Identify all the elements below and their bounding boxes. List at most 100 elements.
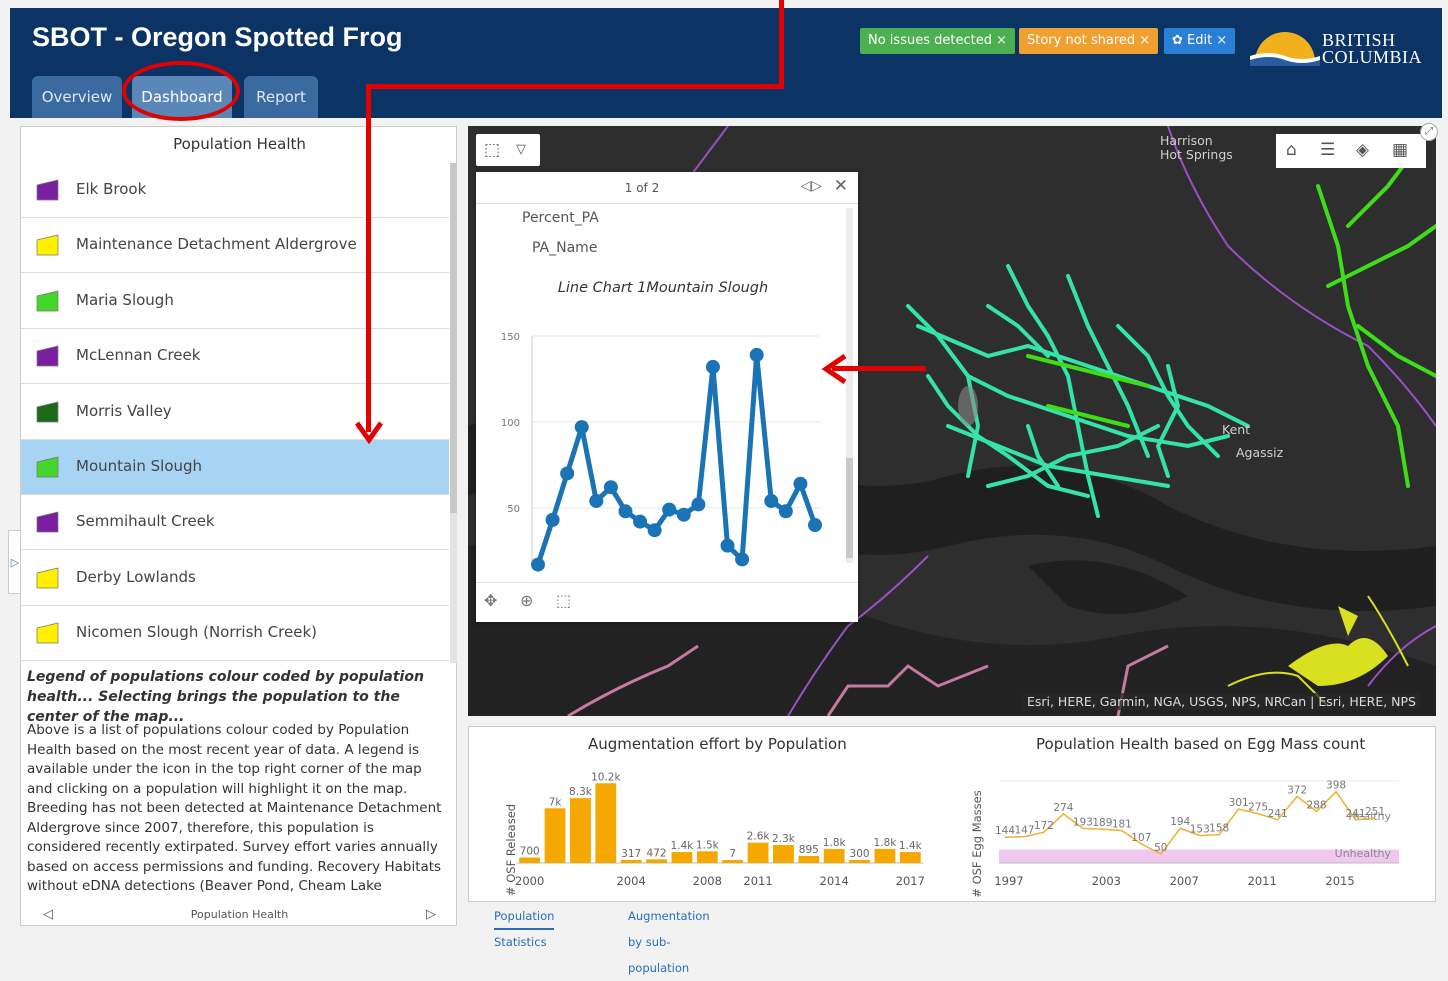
population-label: Semmihault Creek xyxy=(76,512,215,531)
augmentation-chart-title: Augmentation effort by Population xyxy=(588,735,847,753)
data-point xyxy=(735,552,750,567)
population-label: Maintenance Detachment Aldergrove xyxy=(76,235,357,254)
description-text: Above is a list of populations colour co… xyxy=(27,722,442,899)
population-row[interactable]: Maintenance Detachment Aldergrove xyxy=(21,218,449,274)
scrollbar-thumb[interactable] xyxy=(846,458,853,558)
legend-list-icon[interactable]: ☰ xyxy=(1320,140,1335,160)
data-label: 8.3k xyxy=(569,786,593,798)
x-tick-label: 2017 xyxy=(896,874,925,888)
bar xyxy=(747,842,769,863)
map-popup: 1 of 2 ◁▷ ✕ Percent_PA PA_Name Line Char… xyxy=(476,172,858,622)
data-label: 10.2k xyxy=(591,771,621,783)
y-tick-label: 100 xyxy=(501,418,520,429)
place-kent: Kent xyxy=(1222,422,1251,437)
population-row[interactable]: Derby Lowlands xyxy=(21,551,449,606)
map-select-tool[interactable]: ⬚ ▽ xyxy=(476,134,540,166)
story-not-shared-badge[interactable]: Story not shared × xyxy=(1019,28,1159,54)
bar xyxy=(899,852,921,863)
layers-icon[interactable]: ◈ xyxy=(1356,140,1369,160)
pan-icon[interactable]: ✥ xyxy=(484,591,497,610)
popup-nav-arrows-icon[interactable]: ◁▷ xyxy=(800,178,822,194)
population-swatch-icon xyxy=(36,179,59,201)
data-point xyxy=(720,538,735,553)
select-cursor-icon[interactable]: ⬚ xyxy=(556,591,571,610)
close-icon[interactable]: × xyxy=(996,33,1007,48)
population-label: McLennan Creek xyxy=(76,346,201,365)
tab-augmentation-sub-population[interactable]: Augmentation by sub-population xyxy=(628,903,710,975)
bc-logo: BRITISH COLUMBIA xyxy=(1250,22,1422,80)
unhealthy-band-label: Unhealthy xyxy=(1335,847,1392,860)
panel-scrollbar[interactable] xyxy=(450,163,457,663)
chevron-down-icon[interactable]: ▽ xyxy=(516,142,526,157)
annotation-arrow-line xyxy=(366,84,371,432)
data-label: 158 xyxy=(1209,823,1229,835)
egg-mass-chart-title: Population Health based on Egg Mass coun… xyxy=(1036,735,1366,753)
bar xyxy=(722,860,744,863)
map-attribution: Esri, HERE, Garmin, NGA, USGS, NPS, NRCa… xyxy=(1022,693,1420,710)
population-swatch-icon xyxy=(36,622,59,644)
population-label: Derby Lowlands xyxy=(76,567,196,586)
data-label: 372 xyxy=(1287,784,1307,796)
annotation-arrow-line xyxy=(366,84,784,89)
popup-scrollbar[interactable] xyxy=(846,208,853,563)
next-arrow-icon[interactable]: ▷ xyxy=(426,903,436,927)
population-row[interactable]: Semmihault Creek xyxy=(21,495,449,551)
data-point xyxy=(662,502,677,517)
population-row[interactable]: McLennan Creek xyxy=(21,329,449,385)
home-icon[interactable]: ⌂ xyxy=(1286,140,1297,160)
data-label: 700 xyxy=(520,846,540,858)
sun-logo-icon xyxy=(1250,32,1320,66)
data-label: 7 xyxy=(729,848,736,860)
bar xyxy=(595,783,617,863)
population-label: Maria Slough xyxy=(76,290,174,309)
population-row[interactable]: Maria Slough xyxy=(21,274,449,329)
series-line xyxy=(535,354,818,566)
population-swatch-icon xyxy=(36,567,59,589)
data-label: 50 xyxy=(1154,842,1167,854)
basemap-gallery-icon[interactable]: ▦ xyxy=(1392,140,1408,160)
data-label: 194 xyxy=(1170,816,1190,828)
data-label: 181 xyxy=(1112,819,1132,831)
zoom-to-icon[interactable]: ⊕ xyxy=(520,591,533,610)
population-row[interactable]: Elk Brook xyxy=(21,163,449,218)
scrollbar-thumb[interactable] xyxy=(450,163,457,513)
bar xyxy=(874,848,896,863)
tab-overview[interactable]: Overview xyxy=(32,76,122,118)
data-label: 2.3k xyxy=(772,833,796,845)
data-label: 144 xyxy=(995,825,1015,837)
no-issues-badge[interactable]: No issues detected × xyxy=(860,28,1015,54)
dashboard-highlight-circle xyxy=(122,61,240,121)
population-row[interactable]: Mountain Slough xyxy=(21,440,449,495)
tab-report[interactable]: Report xyxy=(244,76,318,118)
x-tick-label: 2008 xyxy=(693,874,722,888)
data-point xyxy=(793,476,808,491)
data-label: 301 xyxy=(1229,797,1249,809)
annotation-arrow-line xyxy=(779,0,784,88)
population-row[interactable]: Nicomen Slough (Norrish Creek) xyxy=(21,606,449,662)
close-icon[interactable]: × xyxy=(1216,33,1227,48)
close-icon[interactable]: × xyxy=(1139,33,1150,48)
close-icon[interactable]: ✕ xyxy=(834,176,848,196)
data-label: 275 xyxy=(1248,802,1268,814)
data-point xyxy=(531,557,545,572)
data-point xyxy=(560,466,575,481)
prev-arrow-icon[interactable]: ◁ xyxy=(43,903,53,927)
annotation-arrowhead-left-icon xyxy=(821,353,847,385)
data-label: 472 xyxy=(647,847,667,859)
gear-icon: ✿ xyxy=(1172,33,1188,48)
bar xyxy=(671,852,693,863)
fullscreen-icon[interactable]: ⤢ xyxy=(1420,123,1438,141)
no-issues-label: No issues detected xyxy=(868,33,992,48)
x-tick-label: 2014 xyxy=(820,874,849,888)
tab-population-statistics[interactable]: Population Statistics xyxy=(494,903,555,949)
data-point xyxy=(603,480,618,495)
x-tick-label: 2003 xyxy=(1092,874,1121,888)
population-row[interactable]: Morris Valley xyxy=(21,385,449,440)
annotation-arrowhead-down-icon xyxy=(354,421,384,444)
panel-title: Population Health xyxy=(173,135,306,153)
select-cursor-icon[interactable]: ⬚ xyxy=(484,140,500,160)
augmentation-bar-chart: # OSF Released 7007k8.3k10.2k317 4721.4k 1.… xyxy=(504,771,925,896)
edit-badge[interactable]: ✿ Edit × xyxy=(1164,28,1236,54)
x-tick-label: 2007 xyxy=(1170,874,1199,888)
data-label: 300 xyxy=(850,848,870,860)
